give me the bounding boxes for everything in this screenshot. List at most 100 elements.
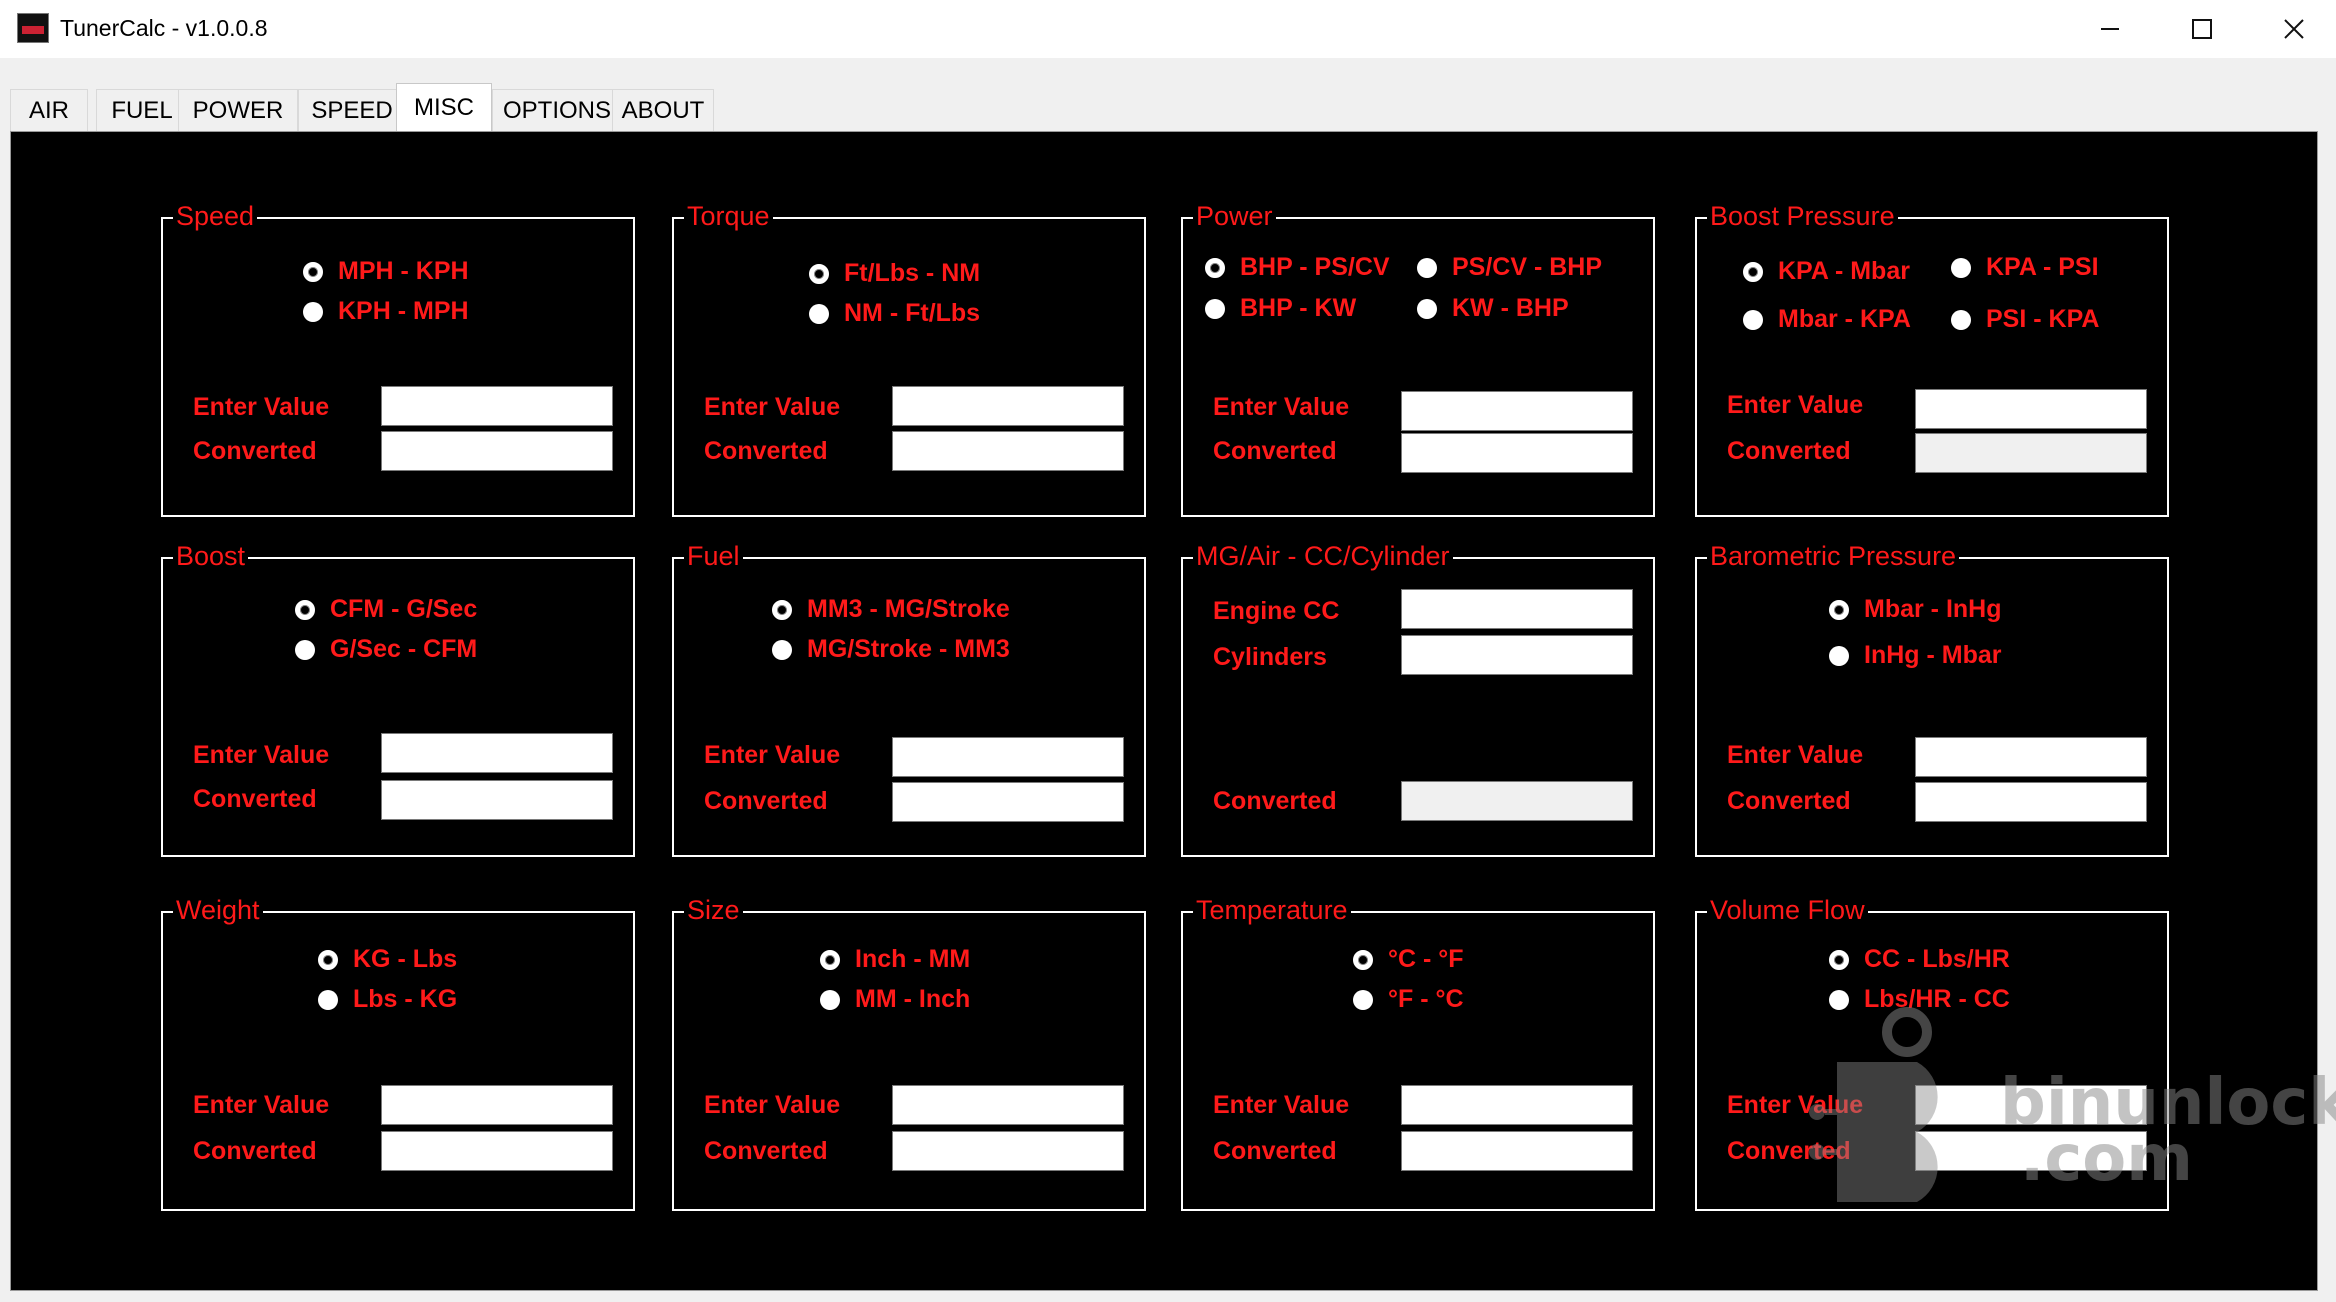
radio-cc-lbshr[interactable]: CC - Lbs/HR [1829,945,2010,974]
radio-nm-ftlbs[interactable]: NM - Ft/Lbs [809,299,980,328]
enter-value-input[interactable] [892,386,1124,426]
radio-f-c[interactable]: °F - °C [1353,985,1464,1014]
radio-dot [318,949,338,970]
group-title: MG/Air - CC/Cylinder [1193,539,1453,573]
radio-dot [1951,257,1971,278]
tab-about[interactable]: ABOUT [612,89,714,131]
radio-label: MM - Inch [855,985,971,1013]
close-icon[interactable] [2248,0,2336,58]
converted-label: Converted [1213,787,1337,815]
enter-value-input[interactable] [1401,391,1633,431]
radio-mm-inch[interactable]: MM - Inch [820,985,970,1014]
radio-kw-bhp[interactable]: KW - BHP [1417,294,1569,323]
enter-value-input[interactable] [892,1085,1124,1125]
radio-dot [1829,949,1849,970]
group-torque: Torque Ft/Lbs - NM NM - Ft/Lbs Enter Val… [672,199,1146,517]
maximize-icon[interactable] [2156,0,2248,58]
radio-mph-kph[interactable]: MPH - KPH [303,257,469,286]
radio-dot [318,989,338,1010]
app-icon [17,13,49,43]
enter-value-input[interactable] [381,1085,613,1125]
converted-output[interactable] [892,782,1124,822]
tab-options[interactable]: OPTIONS [492,89,622,131]
converted-output[interactable] [1401,1131,1633,1171]
enter-value-label: Enter Value [1213,1091,1350,1119]
converted-label: Converted [193,437,317,465]
radio-ftlbs-nm[interactable]: Ft/Lbs - NM [809,259,980,288]
radio-label: °C - °F [1388,945,1464,973]
converted-output[interactable] [892,1131,1124,1171]
radio-inch-mm[interactable]: Inch - MM [820,945,970,974]
engine-cc-input[interactable] [1401,589,1633,629]
converted-label: Converted [193,785,317,813]
title-bar: TunerCalc - v1.0.0.8 [0,0,2336,58]
radio-c-f[interactable]: °C - °F [1353,945,1464,974]
radio-kpa-psi[interactable]: KPA - PSI [1951,253,2099,282]
group-title: Temperature [1193,893,1351,927]
radio-dot [809,263,829,284]
radio-kpa-mbar[interactable]: KPA - Mbar [1743,257,1910,286]
converted-output[interactable] [1401,781,1633,821]
tab-fuel[interactable]: FUEL [96,89,188,131]
converted-output[interactable] [381,431,613,471]
radio-kph-mph[interactable]: KPH - MPH [303,297,469,326]
enter-value-label: Enter Value [193,741,330,769]
radio-mgstroke-mm3[interactable]: MG/Stroke - MM3 [772,635,1010,664]
radio-label: G/Sec - CFM [330,635,478,663]
enter-value-input[interactable] [1915,737,2147,777]
converted-output[interactable] [1915,782,2147,822]
radio-bhp-kw[interactable]: BHP - KW [1205,294,1356,323]
radio-label: KW - BHP [1452,294,1569,322]
radio-dot [1417,257,1437,278]
enter-value-input[interactable] [381,733,613,773]
radio-bhp-pscv[interactable]: BHP - PS/CV [1205,253,1390,282]
enter-value-input[interactable] [1915,389,2147,429]
group-boost: Boost CFM - G/Sec G/Sec - CFM Enter Valu… [161,539,635,857]
radio-label: KPA - PSI [1986,253,2099,281]
radio-lbs-kg[interactable]: Lbs - KG [318,985,457,1014]
radio-mbar-inhg[interactable]: Mbar - InHg [1829,595,2002,624]
group-size: Size Inch - MM MM - Inch Enter Value Con… [672,893,1146,1211]
radio-kg-lbs[interactable]: KG - Lbs [318,945,457,974]
converted-output[interactable] [892,431,1124,471]
radio-label: CC - Lbs/HR [1864,945,2010,973]
radio-label: InHg - Mbar [1864,641,2002,669]
group-boost-pressure: Boost Pressure KPA - Mbar KPA - PSI Mbar… [1695,199,2169,517]
radio-cfm-gsec[interactable]: CFM - G/Sec [295,595,477,624]
converted-label: Converted [193,1137,317,1165]
watermark-text: binunlock .com [2000,1071,2336,1191]
radio-dot [295,639,315,660]
radio-label: Lbs - KG [353,985,458,1013]
enter-value-label: Enter Value [193,393,330,421]
tab-misc[interactable]: MISC [396,83,492,131]
converted-output[interactable] [1915,433,2147,473]
radio-mbar-kpa[interactable]: Mbar - KPA [1743,305,1911,334]
enter-value-label: Enter Value [704,1091,841,1119]
converted-output[interactable] [1401,433,1633,473]
tab-air[interactable]: AIR [10,89,88,131]
enter-value-label: Enter Value [1727,741,1864,769]
radio-gsec-cfm[interactable]: G/Sec - CFM [295,635,477,664]
group-fuel: Fuel MM3 - MG/Stroke MG/Stroke - MM3 Ent… [672,539,1146,857]
group-title: Boost Pressure [1707,199,1898,233]
group-title: Volume Flow [1707,893,1868,927]
converted-output[interactable] [381,1131,613,1171]
cylinders-input[interactable] [1401,635,1633,675]
radio-label: PS/CV - BHP [1452,253,1603,281]
converted-output[interactable] [381,780,613,820]
minimize-icon[interactable] [2064,0,2156,58]
radio-dot [1743,309,1763,330]
enter-value-input[interactable] [1401,1085,1633,1125]
tab-power[interactable]: POWER [178,89,298,131]
radio-label: MM3 - MG/Stroke [807,595,1010,623]
radio-pscv-bhp[interactable]: PS/CV - BHP [1417,253,1602,282]
radio-label: KG - Lbs [353,945,458,973]
enter-value-input[interactable] [892,737,1124,777]
radio-mm3-mgstroke[interactable]: MM3 - MG/Stroke [772,595,1010,624]
radio-dot [1353,949,1373,970]
tab-speed[interactable]: SPEED [298,89,406,131]
radio-inhg-mbar[interactable]: InHg - Mbar [1829,641,2002,670]
enter-value-input[interactable] [381,386,613,426]
radio-label: PSI - KPA [1986,305,2100,333]
radio-psi-kpa[interactable]: PSI - KPA [1951,305,2099,334]
